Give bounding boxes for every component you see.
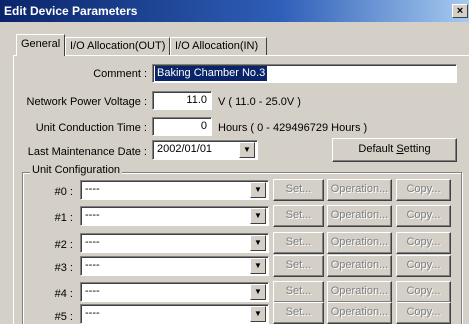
conduction-time-value: 0	[200, 120, 207, 132]
unit-select-value: ----	[85, 307, 100, 319]
close-icon: ×	[456, 5, 464, 17]
unit-1-select[interactable]: ---- ▼	[80, 206, 269, 226]
unit-5-operation-button[interactable]: Operation...	[327, 302, 392, 324]
chevron-down-icon[interactable]: ▼	[239, 142, 255, 158]
unit-select-value: ----	[85, 209, 100, 221]
unit-4-copy-button[interactable]: Copy...	[396, 281, 451, 303]
unit-row-label: #4 :	[54, 288, 73, 300]
unit-5-set-button[interactable]: Set...	[273, 302, 324, 324]
close-button[interactable]: ×	[452, 4, 468, 18]
tab-label: I/O Allocation(OUT)	[70, 40, 166, 52]
unit-row-label: #1 :	[54, 212, 73, 224]
unit-4-set-button[interactable]: Set...	[273, 281, 324, 303]
voltage-value: 11.0	[186, 94, 207, 106]
tab-label: I/O Allocation(IN)	[175, 40, 259, 52]
unit-3-set-button[interactable]: Set...	[273, 255, 324, 277]
window-title: Edit Device Parameters	[4, 4, 138, 18]
unit-0-copy-button[interactable]: Copy...	[396, 179, 451, 201]
unit-1-copy-button[interactable]: Copy...	[396, 205, 451, 227]
tab-io-allocation-out[interactable]: I/O Allocation(OUT)	[65, 37, 170, 56]
unit-0-set-button[interactable]: Set...	[273, 179, 324, 201]
unit-4-operation-button[interactable]: Operation...	[327, 281, 392, 303]
unit-select-value: ----	[85, 183, 100, 195]
default-setting-label-post: etting	[403, 143, 431, 155]
voltage-input[interactable]: 11.0	[152, 91, 212, 110]
comment-value: Baking Chamber No.3	[155, 66, 268, 81]
comment-label: Comment :	[93, 68, 147, 80]
default-setting-button[interactable]: Default Setting	[332, 138, 457, 162]
unit-1-set-button[interactable]: Set...	[273, 205, 324, 227]
unit-select-value: ----	[85, 259, 100, 271]
unit-0-operation-button[interactable]: Operation...	[327, 179, 392, 201]
unit-2-select[interactable]: ---- ▼	[80, 233, 269, 253]
unit-3-select[interactable]: ---- ▼	[80, 256, 269, 276]
default-setting-label-pre: Default	[358, 143, 397, 155]
unit-row-label: #0 :	[54, 186, 73, 198]
conduction-range-hint: Hours ( 0 - 429496729 Hours )	[218, 122, 368, 134]
unit-3-operation-button[interactable]: Operation...	[327, 255, 392, 277]
chevron-down-icon[interactable]: ▼	[250, 284, 266, 300]
unit-2-copy-button[interactable]: Copy...	[396, 232, 451, 254]
unit-3-copy-button[interactable]: Copy...	[396, 255, 451, 277]
tab-label: General	[21, 38, 61, 50]
unit-row-label: #3 :	[54, 262, 73, 274]
unit-row-label: #5 :	[54, 311, 73, 323]
maintenance-date-label: Last Maintenance Date :	[27, 146, 147, 158]
chevron-down-icon[interactable]: ▼	[250, 235, 266, 251]
unit-2-operation-button[interactable]: Operation...	[327, 232, 392, 254]
chevron-down-icon[interactable]: ▼	[250, 182, 266, 198]
unit-1-operation-button[interactable]: Operation...	[327, 205, 392, 227]
tab-general[interactable]: General	[16, 34, 65, 56]
unit-select-value: ----	[85, 285, 100, 297]
maintenance-date-value: 2002/01/01	[157, 143, 213, 155]
chevron-down-icon[interactable]: ▼	[250, 306, 266, 322]
unit-select-value: ----	[85, 236, 100, 248]
unit-row-label: #2 :	[54, 239, 73, 251]
unit-configuration-title: Unit Configuration	[30, 164, 123, 176]
title-bar: Edit Device Parameters ×	[0, 0, 469, 22]
unit-0-select[interactable]: ---- ▼	[80, 180, 269, 200]
tab-io-allocation-in[interactable]: I/O Allocation(IN)	[170, 37, 267, 56]
chevron-down-icon[interactable]: ▼	[250, 258, 266, 274]
unit-4-select[interactable]: ---- ▼	[80, 282, 269, 302]
default-setting-label-mnemonic: S	[396, 143, 404, 155]
conduction-time-label: Unit Conduction Time :	[35, 122, 147, 134]
conduction-time-input[interactable]: 0	[152, 117, 212, 136]
maintenance-date-select[interactable]: 2002/01/01 ▼	[152, 140, 258, 160]
comment-input[interactable]: Baking Chamber No.3	[152, 64, 457, 83]
voltage-range-hint: V ( 11.0 - 25.0V )	[218, 96, 301, 108]
unit-5-select[interactable]: ---- ▼	[80, 304, 269, 324]
unit-2-set-button[interactable]: Set...	[273, 232, 324, 254]
unit-5-copy-button[interactable]: Copy...	[396, 302, 451, 324]
voltage-label: Network Power Voltage :	[26, 96, 147, 108]
chevron-down-icon[interactable]: ▼	[250, 208, 266, 224]
